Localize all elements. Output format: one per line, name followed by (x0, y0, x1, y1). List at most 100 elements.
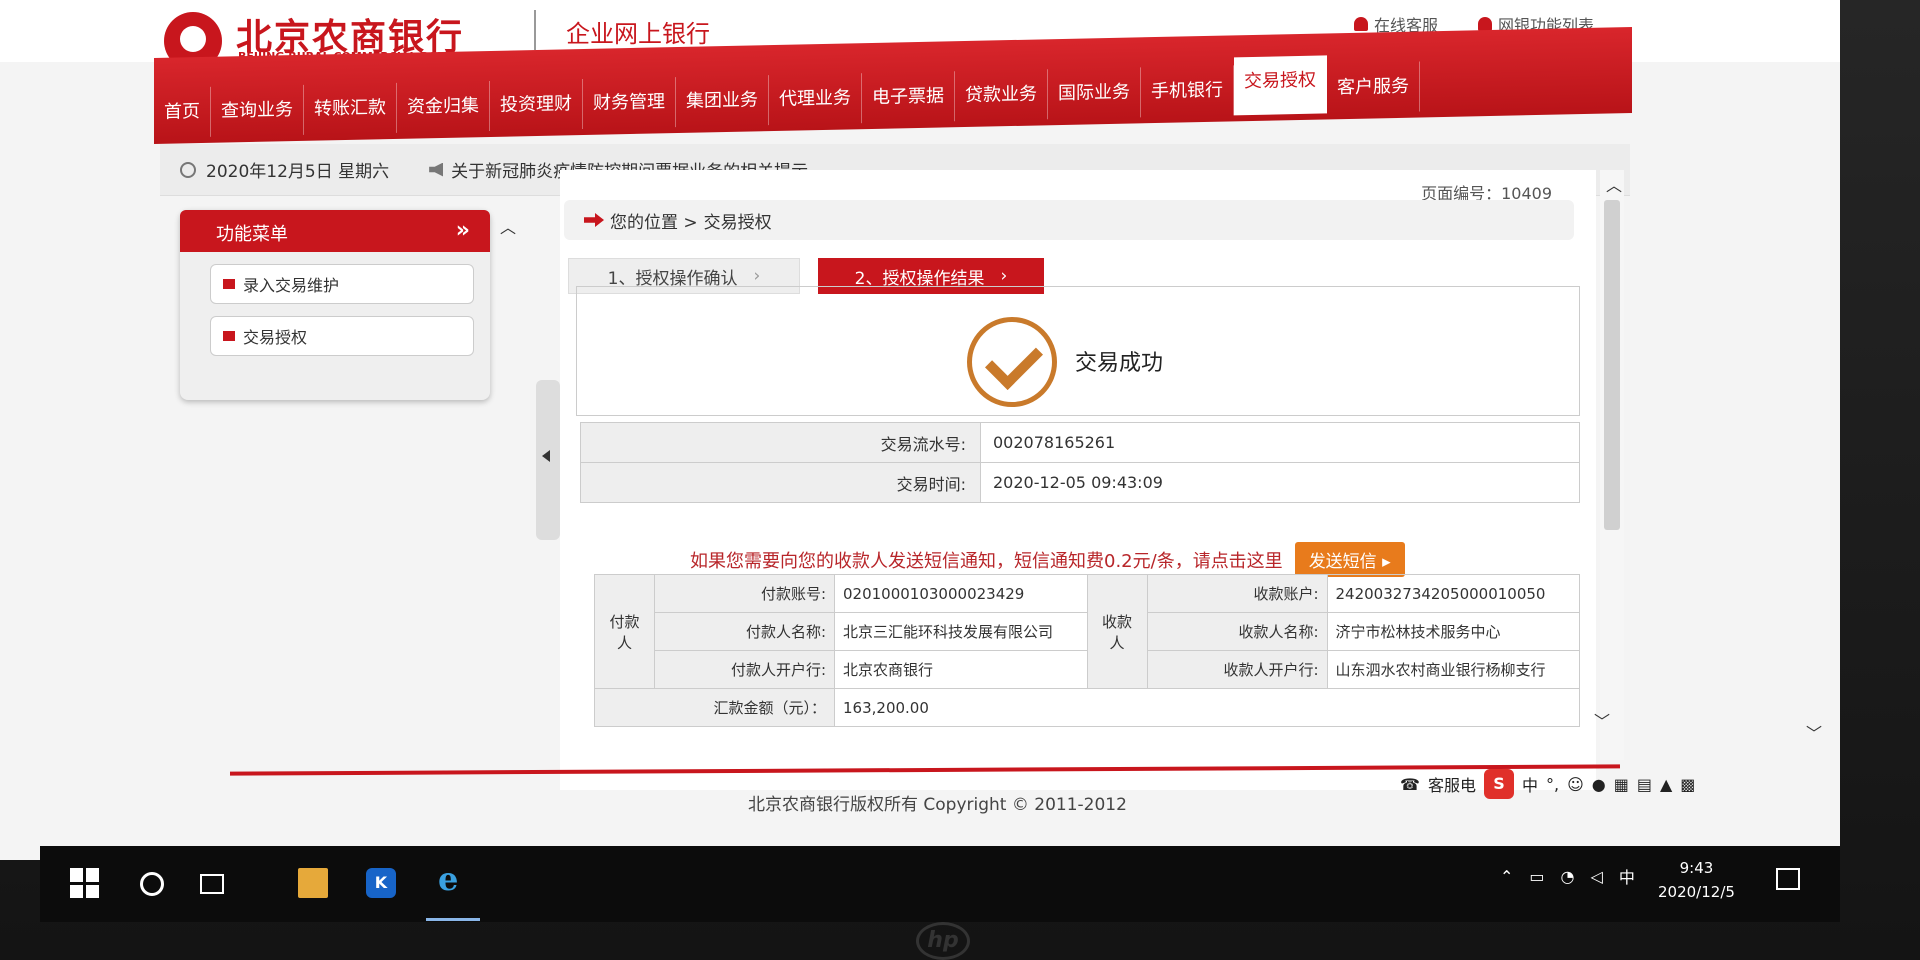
network-icon[interactable]: ◔ (1561, 867, 1575, 886)
serial-label: 交易流水号: (580, 422, 981, 463)
menu-bullet-icon (223, 331, 235, 341)
amount-label: 汇款金额（元）： (594, 688, 835, 727)
nav-item-0[interactable]: 首页 (154, 86, 211, 138)
nav-item-7[interactable]: 代理业务 (769, 73, 862, 126)
send-sms-label: 发送短信 (1308, 552, 1377, 572)
nav-item-12[interactable]: 交易授权 (1234, 55, 1327, 116)
notification-icon[interactable] (1776, 868, 1800, 890)
nav-item-1[interactable]: 查询业务 (211, 84, 304, 137)
payer-bank-value: 北京农商银行 (834, 650, 1088, 689)
table-row: 汇款金额（元）： 163,200.00 (594, 688, 1580, 727)
taskbar-clock[interactable]: 9:43 2020/12/5 (1658, 856, 1735, 904)
breadcrumb-prefix: 您的位置 > (610, 212, 698, 233)
nav-item-10[interactable]: 国际业务 (1048, 67, 1141, 120)
menu-bullet-icon (223, 279, 235, 289)
breadcrumb-current[interactable]: 交易授权 (704, 208, 772, 233)
language-indicator[interactable]: 中 (1619, 864, 1635, 888)
payee-group-label: 收款人 (1086, 574, 1148, 689)
windows-pane-icon (86, 884, 99, 898)
success-check-icon (967, 317, 1057, 407)
punctuation-icon[interactable]: °, (1546, 775, 1559, 794)
nav-item-9[interactable]: 贷款业务 (955, 69, 1048, 122)
ime-mode[interactable]: 中 (1522, 772, 1538, 796)
search-icon[interactable] (140, 872, 164, 896)
keyboard-tray-icon[interactable]: ▭ (1529, 867, 1544, 886)
payer-bank-label: 付款人开户行: (654, 650, 835, 689)
payer-account-value: 0201000103000023429 (834, 574, 1088, 613)
monitor-bezel: 北京农商银行 BEIJING RURAL COMMERCIAL BANK 企业网… (0, 0, 1920, 960)
sms-notice-text: 如果您需要向您的收款人发送短信通知，短信通知费0.2元/条，请点击这里 (690, 550, 1283, 572)
time-value: 2020-12-05 09:43:09 (980, 462, 1580, 503)
nav-item-11[interactable]: 手机银行 (1141, 65, 1234, 118)
function-menu-title[interactable]: 功能菜单 » (180, 210, 490, 252)
scroll-down-icon[interactable]: ﹀ (1594, 708, 1610, 732)
microphone-icon[interactable]: ● (1592, 775, 1606, 794)
table-row: 付款人 付款账号: 0201000103000023429 收款人 收款账户: … (594, 574, 1580, 689)
windows-start-icon[interactable] (70, 868, 100, 898)
menu-item-label: 交易授权 (243, 328, 308, 347)
chevron-up-icon[interactable]: ⌃ (1500, 867, 1513, 886)
system-tray: ⌃ ▭ ◔ ◁ 中 (1500, 864, 1635, 888)
play-arrow-icon: ▸ (1382, 552, 1391, 572)
sidebar-scroll-up-icon[interactable]: ︿ (500, 214, 516, 238)
toolbox-icon[interactable]: ▤ (1637, 775, 1652, 794)
result-panel: 交易成功 (576, 286, 1580, 416)
phone-icon: ☎ (1400, 774, 1420, 794)
speaker-icon (429, 162, 444, 177)
logo-divider (534, 10, 536, 50)
active-app-indicator (426, 918, 480, 921)
step-result-label: 2、授权操作结果 (854, 268, 985, 289)
sms-notice: 如果您需要向您的收款人发送短信通知，短信通知费0.2元/条，请点击这里 发送短信… (690, 542, 1405, 577)
file-explorer-icon[interactable] (298, 868, 328, 898)
sogou-ime-icon[interactable]: S (1483, 769, 1514, 799)
site-subtitle: 企业网上银行 (566, 20, 710, 48)
current-date: 2020年12月5日 星期六 (206, 162, 390, 182)
keyboard-icon[interactable]: ▦ (1614, 775, 1629, 794)
nav-item-2[interactable]: 转账汇款 (304, 82, 397, 135)
screen: 北京农商银行 BEIJING RURAL COMMERCIAL BANK 企业网… (0, 0, 1840, 860)
windows-pane-icon (70, 884, 83, 898)
payer-account-label: 付款账号: (654, 574, 835, 613)
payee-bank-label: 收款人开户行: (1146, 650, 1328, 689)
sidebar-collapse-handle[interactable] (536, 380, 560, 540)
hp-logo: hp (916, 922, 970, 960)
nav-item-6[interactable]: 集团业务 (676, 75, 769, 128)
service-phone-label: 客服电 (1427, 776, 1476, 795)
nav-item-3[interactable]: 资金归集 (397, 80, 490, 133)
nav-item-4[interactable]: 投资理财 (490, 79, 583, 131)
payer-name-label: 付款人名称: (654, 612, 835, 651)
page-scrollbar[interactable] (1600, 170, 1624, 760)
task-view-icon[interactable] (200, 874, 224, 894)
nav-item-13[interactable]: 客户服务 (1327, 61, 1420, 114)
nav-item-5[interactable]: 财务管理 (583, 77, 676, 130)
transaction-info-table: 交易流水号: 002078165261 交易时间: 2020-12-05 09:… (580, 422, 1580, 503)
skin-icon[interactable]: ▲ (1660, 775, 1672, 794)
payment-details-table: 付款人 付款账号: 0201000103000023429 收款人 收款账户: … (594, 574, 1580, 727)
menu-item-authorization[interactable]: 交易授权 (210, 316, 474, 356)
k-app-icon[interactable]: K (366, 868, 396, 898)
scrollbar-thumb[interactable] (1604, 200, 1620, 530)
function-menu-label: 功能菜单 (216, 224, 288, 245)
step-confirm-label: 1、授权操作确认 (607, 268, 738, 289)
windows-pane-icon (70, 868, 83, 882)
payee-name-label: 收款人名称: (1146, 612, 1328, 651)
time-label: 交易时间: (580, 462, 981, 503)
main-content: 页面编号：10409 您的位置 > 交易授权 1、授权操作确认 › 2、授权操作… (560, 170, 1596, 790)
emoji-icon[interactable]: ☺ (1567, 775, 1584, 794)
payee-bank-value: 山东泗水农村商业银行杨柳支行 (1326, 650, 1580, 689)
window-scroll-down-icon[interactable]: ﹀ (1806, 720, 1822, 744)
volume-icon[interactable]: ◁ (1591, 867, 1603, 886)
double-chevron-icon: » (455, 218, 470, 243)
send-sms-button[interactable]: 发送短信 ▸ (1294, 542, 1405, 577)
result-message: 交易成功 (1075, 351, 1164, 376)
sitemap-icon (1478, 17, 1492, 31)
internet-explorer-icon[interactable]: e (438, 860, 468, 898)
amount-value: 163,200.00 (834, 688, 1580, 727)
menu-item-entry-maintenance[interactable]: 录入交易维护 (210, 264, 474, 304)
scroll-up-icon[interactable]: ︿ (1606, 172, 1622, 196)
payee-name-value: 济宁市松林技术服务中心 (1326, 612, 1580, 651)
grid-icon[interactable]: ▩ (1680, 775, 1695, 794)
nav-item-8[interactable]: 电子票据 (862, 71, 955, 124)
payer-group-label: 付款人 (594, 574, 655, 689)
arrow-right-icon (584, 213, 604, 227)
